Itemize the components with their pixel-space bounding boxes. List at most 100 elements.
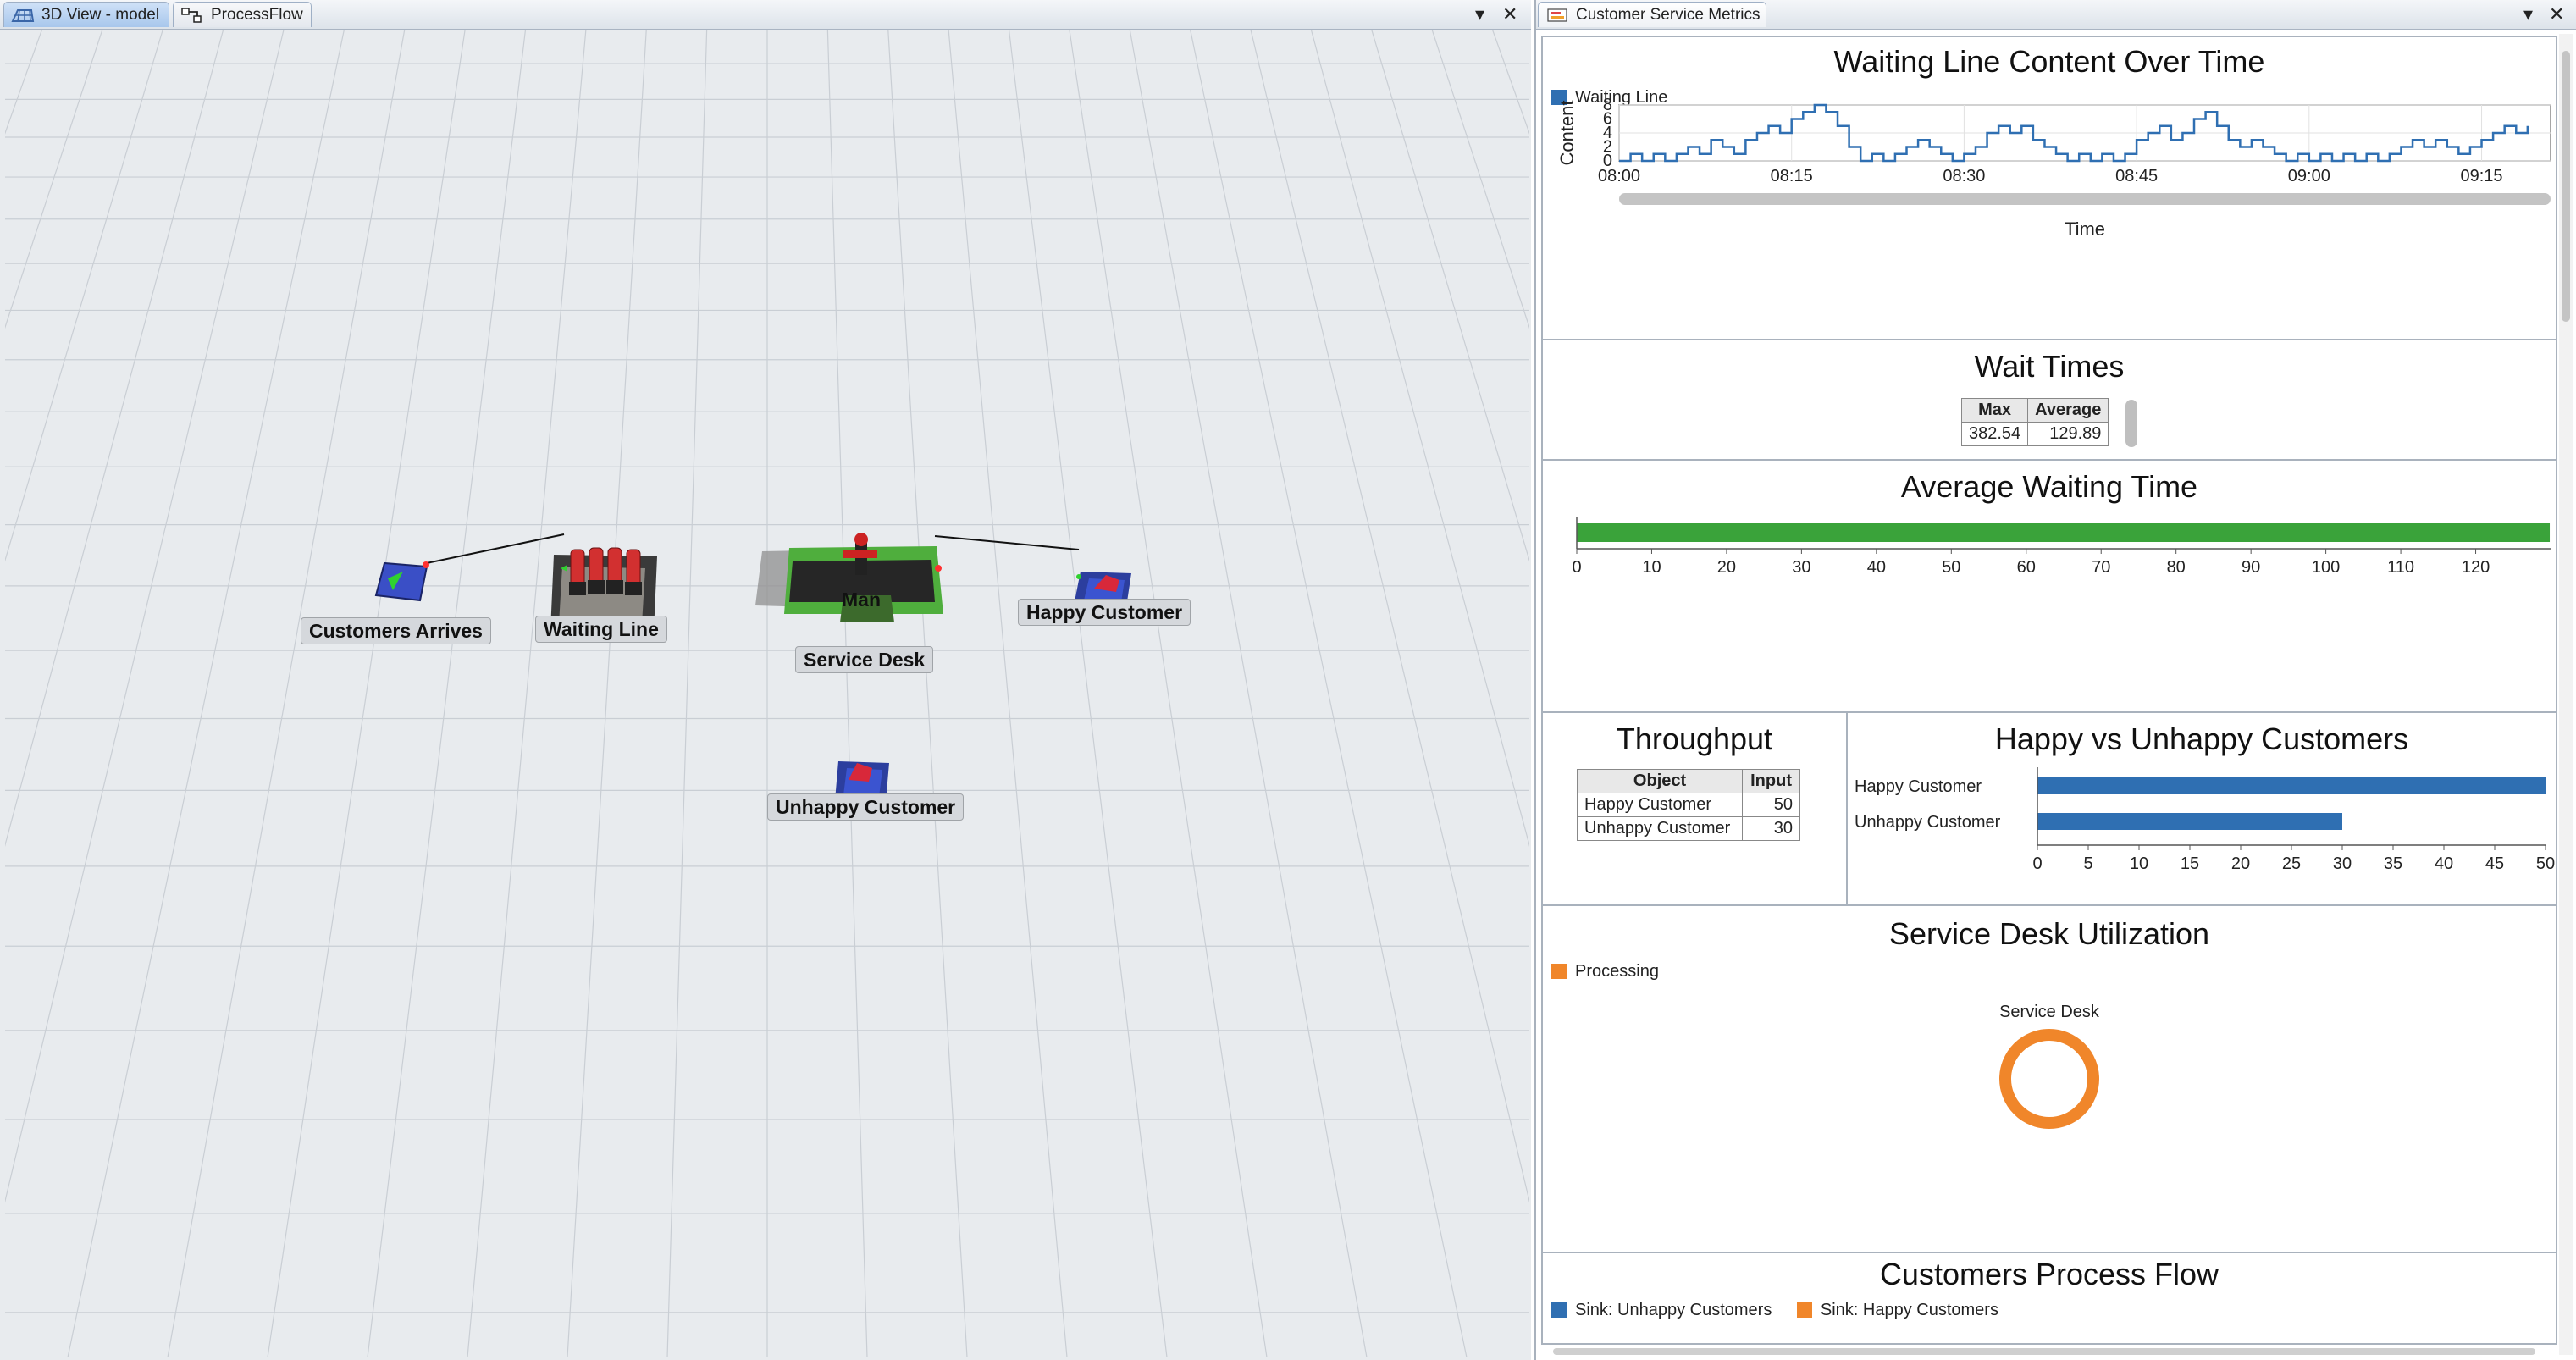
- time-scrollbar: [1619, 193, 2551, 205]
- waiting-line-title: Waiting Line Content Over Time: [1833, 44, 2265, 79]
- x-tick-label: 70: [2092, 558, 2110, 577]
- dashboard-horizontal-scrollbar[interactable]: [1553, 1348, 2535, 1355]
- x-tick-label: 40: [1867, 558, 1886, 577]
- wait-times-panel: Wait Times Max Average 382.54 129.89: [1541, 339, 2557, 461]
- x-tick-label: 90: [2242, 558, 2260, 577]
- process-flow-legend: Sink: Unhappy Customers Sink: Happy Cust…: [1551, 1301, 1998, 1320]
- wait-times-max-value: 382.54: [1960, 422, 2029, 446]
- x-tick-label: 25: [2282, 854, 2301, 873]
- utilization-legend-label: Processing: [1575, 962, 1659, 981]
- waiting-line-chart[interactable]: 0246808:00 08:15 08:30 08:45 09:00 09:15Conte…: [1543, 85, 2556, 339]
- x-tick-label: 0: [1572, 558, 1581, 577]
- tab-3d-view[interactable]: 3D View - model: [3, 2, 169, 27]
- left-pane-menu-button[interactable]: ▾: [1475, 2, 1484, 27]
- x-tick-label: 10: [1642, 558, 1661, 577]
- x-tick-label: 20: [2231, 854, 2250, 873]
- legend-swatch-orange: [1796, 1302, 1812, 1318]
- process-flow-panel: Customers Process Flow Sink: Unhappy Cus…: [1541, 1252, 2557, 1345]
- throughput-row-object: Happy Customer: [1576, 793, 1744, 817]
- table-row: Happy Customer 50: [1576, 793, 1800, 817]
- left-tab-bar: 3D View - model ProcessFlow ▾ ✕: [0, 0, 1531, 30]
- source-label: Customers Arrives: [301, 617, 491, 644]
- right-pane-menu-button[interactable]: ▾: [2523, 2, 2533, 27]
- x-tick-label: 40: [2435, 854, 2453, 873]
- average-waiting-time-chart[interactable]: 0 10 20 30 40 50 60 70 80 90 100 110 120: [1543, 511, 2556, 613]
- x-tick-label: 09:15: [2460, 167, 2502, 185]
- happy-vs-unhappy-bar: [2037, 777, 2546, 794]
- tab-3d-view-label: 3D View - model: [41, 6, 160, 24]
- throughput-header-object: Object: [1576, 769, 1744, 793]
- x-tick-label: 30: [1792, 558, 1810, 577]
- legend-swatch-blue: [1551, 1302, 1567, 1318]
- tab-customer-service-metrics-label: Customer Service Metrics: [1576, 6, 1761, 24]
- throughput-header-input: Input: [1742, 769, 1800, 793]
- connector-source-queue: [426, 533, 565, 564]
- x-tick-label: 10: [2130, 854, 2148, 873]
- model-layer: [374, 533, 1131, 802]
- x-tick-label: 20: [1717, 558, 1736, 577]
- x-axis-label: Time: [2065, 218, 2105, 240]
- category-label: Happy Customer: [1855, 777, 1982, 796]
- x-tick-label: 0: [2032, 854, 2042, 873]
- x-tick-label: 50: [1942, 558, 1960, 577]
- process-flow-legend-happy: Sink: Happy Customers: [1820, 1301, 1998, 1319]
- operator-label: Man: [842, 589, 881, 611]
- utilization-chart[interactable]: [1543, 1028, 2556, 1147]
- y-axis-label: Content: [1556, 100, 1578, 165]
- utilization-legend: Processing: [1551, 962, 1659, 981]
- x-tick-label: 120: [2462, 558, 2490, 577]
- x-tick-label: 100: [2312, 558, 2340, 577]
- y-tick-label: 8: [1603, 96, 1612, 114]
- x-tick-label: 30: [2333, 854, 2352, 873]
- x-tick-label: 60: [2017, 558, 2036, 577]
- tab-processflow[interactable]: ProcessFlow: [173, 2, 312, 27]
- connector-desk-happy: [934, 535, 1080, 550]
- service-desk-label: Service Desk: [795, 646, 934, 673]
- utilization-panel: Service Desk Utilization Processing Serv…: [1541, 904, 2557, 1253]
- queue-label: Waiting Line: [535, 616, 667, 643]
- source-object[interactable]: [374, 561, 429, 602]
- x-tick-label: 45: [2485, 854, 2504, 873]
- utilization-pie-label: Service Desk: [1999, 1003, 2099, 1021]
- tab-customer-service-metrics[interactable]: Customer Service Metrics: [1538, 2, 1766, 27]
- average-waiting-time-title: Average Waiting Time: [1900, 469, 2198, 504]
- unhappy-customer-label: Unhappy Customer: [767, 793, 965, 821]
- wait-times-average-value: 129.89: [2027, 422, 2109, 446]
- utilization-title: Service Desk Utilization: [1888, 916, 2210, 951]
- happy-customer-label: Happy Customer: [1018, 599, 1191, 626]
- wait-times-table: Max Average 382.54 129.89: [1960, 398, 2109, 446]
- table-row: Unhappy Customer 30: [1576, 816, 1800, 841]
- x-tick-label: 15: [2181, 854, 2199, 873]
- x-tick-label: 09:00: [2288, 167, 2330, 185]
- tab-processflow-label: ProcessFlow: [211, 6, 303, 24]
- happy-vs-unhappy-title: Happy vs Unhappy Customers: [1994, 721, 2409, 756]
- left-pane-close-button[interactable]: ✕: [1502, 2, 1517, 27]
- 3d-viewport[interactable]: Customers Arrives Waiting Line Man Servi…: [5, 30, 1529, 1357]
- dashboard-scrollbar[interactable]: [2559, 34, 2573, 1355]
- dashboard-chart-icon: [1547, 8, 1567, 22]
- process-flow-title: Customers Process Flow: [1879, 1257, 2219, 1291]
- throughput-table: Object Input Happy Customer 50 Unhappy C…: [1576, 769, 1800, 841]
- 3d-view-pane: 3D View - model ProcessFlow ▾ ✕ Customer…: [0, 0, 1531, 1360]
- right-pane-close-button[interactable]: ✕: [2549, 2, 2564, 27]
- average-waiting-time-bar: [1577, 523, 2551, 542]
- 3d-grid-icon: [11, 9, 35, 22]
- dashboard-scrollbar-thumb[interactable]: [2562, 51, 2570, 322]
- happy-vs-unhappy-bar: [2037, 813, 2342, 830]
- wait-times-header-average: Average: [2027, 398, 2109, 423]
- right-tab-bar: Customer Service Metrics ▾ ✕: [1536, 0, 2576, 30]
- legend-swatch-orange: [1551, 964, 1567, 979]
- x-tick-label: 50: [2536, 854, 2555, 873]
- x-tick-label: 08:00: [1598, 167, 1640, 185]
- throughput-row-input: 50: [1742, 793, 1800, 817]
- happy-vs-unhappy-chart[interactable]: Happy Customer Unhappy Customer 0 5 10 15 20 25…: [1848, 764, 2556, 899]
- category-label: Unhappy Customer: [1855, 813, 2001, 832]
- wait-times-scrollbar[interactable]: [2125, 400, 2137, 447]
- utilization-processing-ring: [1999, 1029, 2099, 1129]
- x-tick-label: 80: [2167, 558, 2186, 577]
- x-tick-label: 5: [2083, 854, 2092, 873]
- x-tick-label: 08:45: [2115, 167, 2158, 185]
- average-waiting-time-panel: Average Waiting Time 0 10 20 30 40 50 60 70 80 90…: [1541, 459, 2557, 713]
- x-tick-label: 110: [2387, 558, 2414, 577]
- throughput-row-object: Unhappy Customer: [1576, 816, 1744, 841]
